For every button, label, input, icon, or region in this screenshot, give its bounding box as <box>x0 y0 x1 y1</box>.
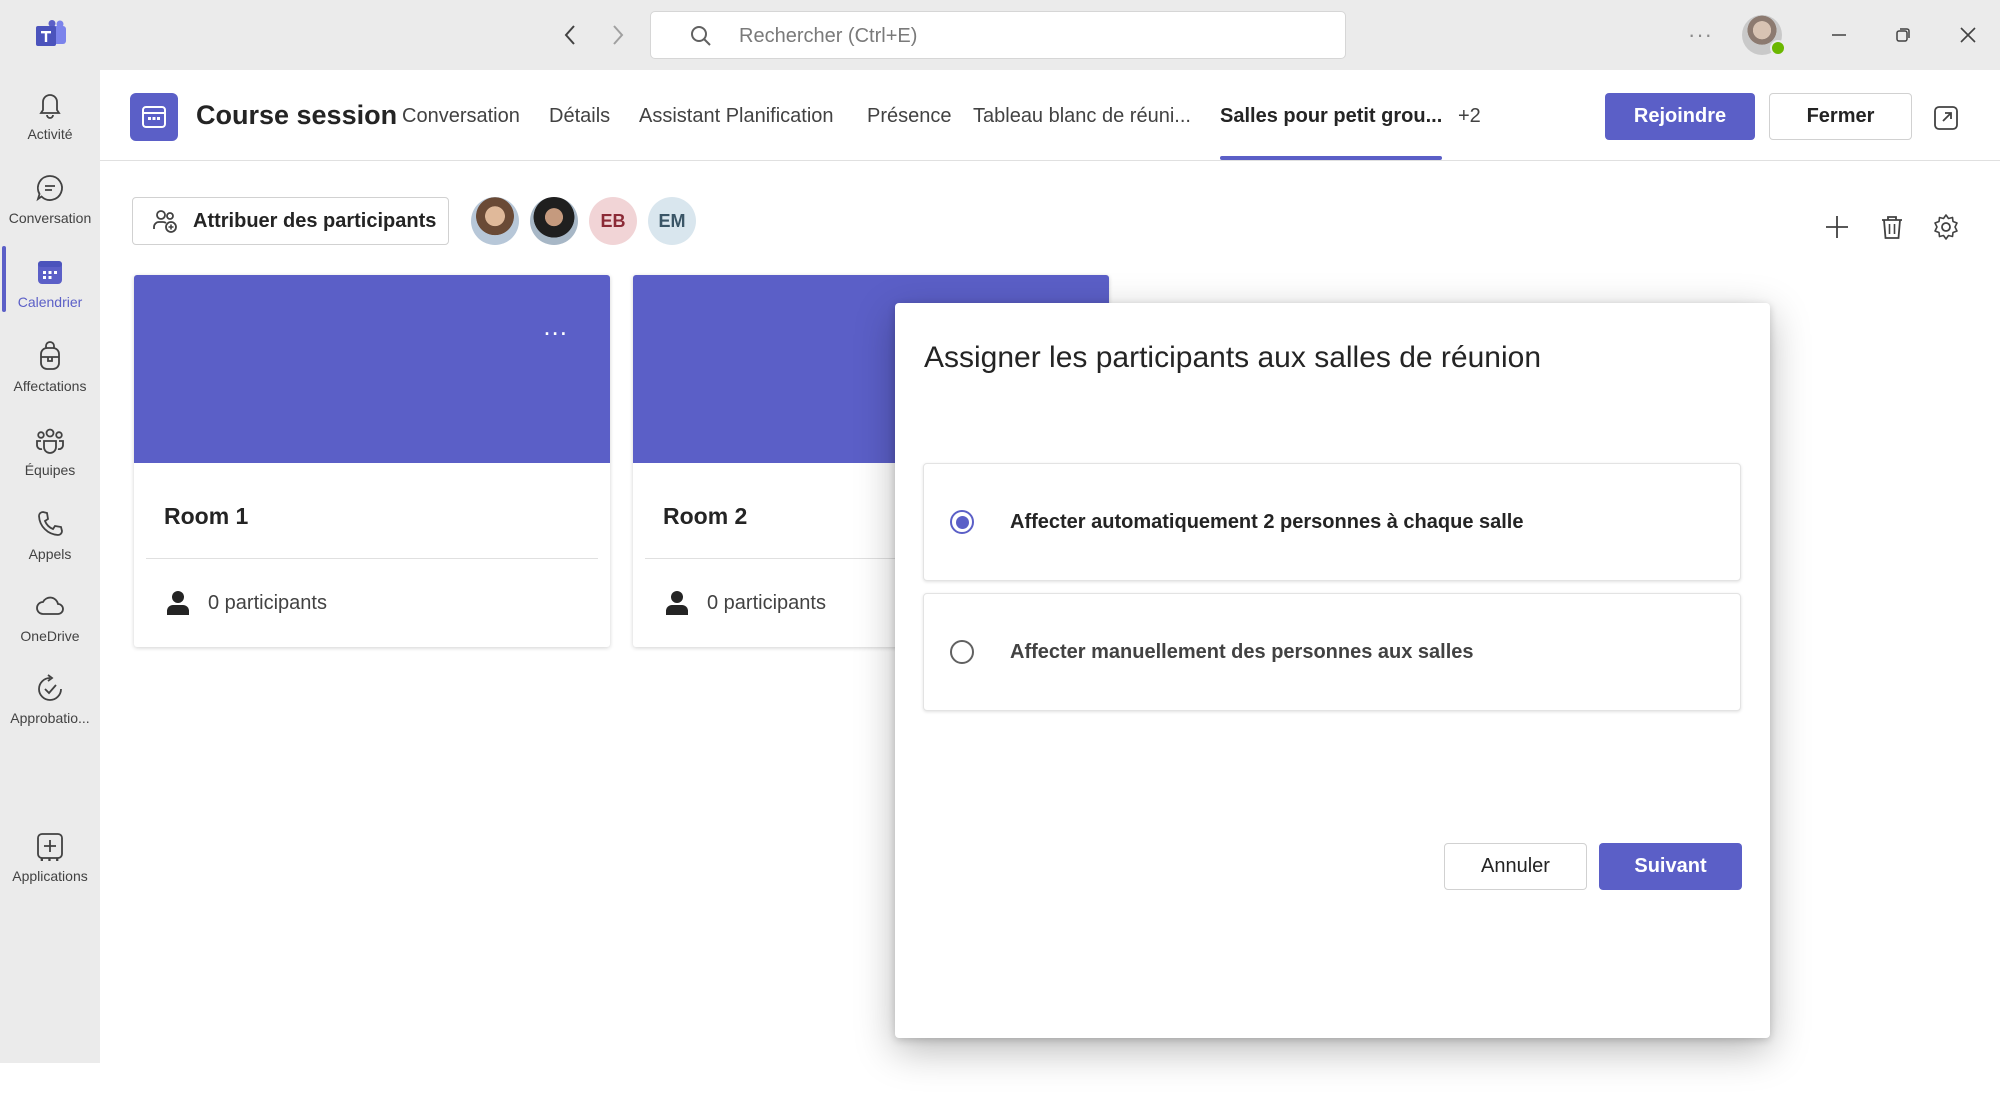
close-meeting-button[interactable]: Fermer <box>1769 93 1912 140</box>
room-participants: 0 participants <box>665 590 826 616</box>
room-banner <box>134 275 610 463</box>
meeting-calendar-icon <box>130 93 178 141</box>
chat-icon <box>36 175 63 202</box>
settings-gear-icon[interactable] <box>1931 212 1961 242</box>
person-icon <box>167 591 189 615</box>
teams-icon <box>36 428 64 454</box>
restore-icon[interactable] <box>1888 20 1918 50</box>
popout-icon[interactable] <box>1932 104 1960 132</box>
back-arrow-icon[interactable] <box>555 20 585 50</box>
rail-item-onedrive[interactable]: OneDrive <box>0 582 100 662</box>
option-auto-assign[interactable]: Affecter automatiquement 2 personnes à c… <box>923 463 1741 581</box>
assign-participants-dialog: Assigner les participants aux salles de … <box>895 303 1770 1038</box>
assign-participants-label: Attribuer des participants <box>193 209 437 232</box>
room-divider <box>146 558 598 559</box>
rail-item-approvals[interactable]: Approbatio... <box>0 664 100 744</box>
room-name: Room 2 <box>663 503 748 529</box>
room-participants-count: 0 participants <box>208 591 327 614</box>
room-participants-count: 0 participants <box>707 591 826 614</box>
room-more-icon[interactable]: ... <box>543 311 568 342</box>
approvals-icon <box>38 674 62 701</box>
room-name: Room 1 <box>164 503 249 529</box>
assign-participants-button[interactable]: Attribuer des participants <box>132 197 449 245</box>
tab-scheduling-assistant[interactable]: Assistant Planification <box>639 105 834 128</box>
rail-label: Appels <box>28 546 72 562</box>
cloud-icon <box>36 596 64 615</box>
radio-auto-assign[interactable] <box>950 510 974 534</box>
tab-whiteboard[interactable]: Tableau blanc de réuni... <box>973 105 1191 128</box>
rail-item-teams[interactable]: Équipes <box>0 416 100 496</box>
minimize-icon[interactable] <box>1824 20 1854 50</box>
rail-label: Calendrier <box>17 294 83 310</box>
rail-label: Applications <box>12 868 88 884</box>
search-box[interactable] <box>650 11 1346 59</box>
tab-breakout-rooms[interactable]: Salles pour petit grou... <box>1220 105 1442 128</box>
tab-details[interactable]: Détails <box>549 105 610 128</box>
next-button[interactable]: Suivant <box>1599 843 1742 890</box>
add-app-icon <box>37 833 63 859</box>
delete-icon[interactable] <box>1877 212 1907 242</box>
add-room-icon[interactable] <box>1822 212 1852 242</box>
rail-label: Approbatio... <box>10 710 90 726</box>
app-rail: Activité Conversation Calendrier Affecta… <box>0 70 100 1063</box>
rail-item-assignments[interactable]: Affectations <box>0 332 100 412</box>
rail-item-calls[interactable]: Appels <box>0 500 100 580</box>
more-options-icon[interactable]: ··· <box>1688 22 1713 48</box>
person-icon <box>666 591 688 615</box>
rail-label: OneDrive <box>20 628 80 644</box>
teams-logo-icon[interactable] <box>34 20 68 50</box>
room-participants: 0 participants <box>166 590 327 616</box>
forward-arrow-icon[interactable] <box>603 20 633 50</box>
assign-people-icon <box>153 210 177 233</box>
tab-more[interactable]: +2 <box>1458 105 1481 128</box>
join-button[interactable]: Rejoindre <box>1605 93 1755 140</box>
phone-icon <box>38 511 63 536</box>
meeting-title: Course session <box>196 100 398 130</box>
radio-manual-assign[interactable] <box>950 640 974 664</box>
tab-attendance[interactable]: Présence <box>867 105 952 128</box>
backpack-icon <box>40 341 60 370</box>
option-manual-assign[interactable]: Affecter manuellement des personnes aux … <box>923 593 1741 711</box>
bell-icon <box>39 94 61 119</box>
header-divider <box>100 160 2000 161</box>
participant-avatar-em[interactable]: EM <box>648 197 696 245</box>
option-manual-assign-label: Affecter manuellement des personnes aux … <box>1010 640 1474 663</box>
search-input[interactable] <box>739 20 1319 52</box>
rail-label: Activité <box>27 126 73 142</box>
tab-conversation[interactable]: Conversation <box>402 105 520 128</box>
rail-item-chat[interactable]: Conversation <box>0 164 100 244</box>
rail-label: Affectations <box>13 378 87 394</box>
calendar-icon <box>38 261 62 284</box>
search-icon <box>691 26 711 46</box>
rail-item-activity[interactable]: Activité <box>0 80 100 160</box>
participant-avatar[interactable] <box>471 197 519 245</box>
rail-item-calendar[interactable]: Calendrier <box>0 248 100 328</box>
room-card-1[interactable]: ... Room 1 0 participants <box>134 275 610 647</box>
option-auto-assign-label: Affecter automatiquement 2 personnes à c… <box>1010 510 1524 533</box>
cancel-button[interactable]: Annuler <box>1444 843 1587 890</box>
dialog-title: Assigner les participants aux salles de … <box>924 341 1542 374</box>
rail-label: Conversation <box>8 210 92 226</box>
participant-avatar[interactable] <box>530 197 578 245</box>
participant-avatar-eb[interactable]: EB <box>589 197 637 245</box>
close-window-icon[interactable] <box>1953 20 1983 50</box>
title-bar: ··· <box>0 0 2000 70</box>
presence-available-icon <box>1770 40 1786 56</box>
rail-item-apps[interactable]: Applications <box>0 822 100 902</box>
rail-label: Équipes <box>24 462 76 478</box>
